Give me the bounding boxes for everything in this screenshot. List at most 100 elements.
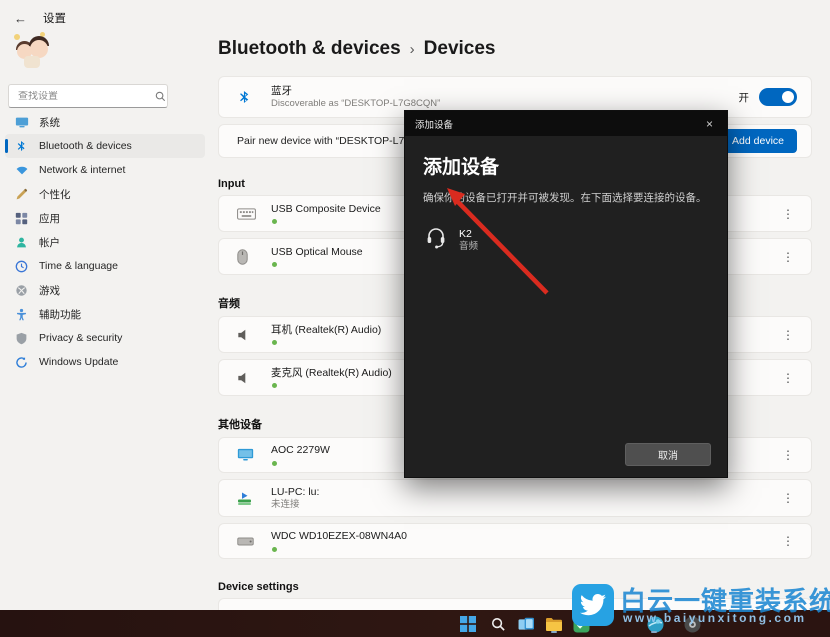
device-name: 麦克风 (Realtek(R) Audio) (271, 367, 392, 380)
close-icon[interactable]: × (702, 117, 717, 131)
sidebar-item-label: Time & language (39, 260, 118, 272)
device-card-lu-pc[interactable]: LU-PC: lu: 未连接 ⋮ (218, 479, 812, 517)
breadcrumb-separator-icon: › (410, 41, 415, 58)
drive-icon (237, 537, 271, 546)
sidebar-item-gaming[interactable]: 游戏 (5, 278, 205, 302)
breadcrumb: Bluetooth & devices › Devices (218, 38, 812, 60)
settings-search (8, 84, 168, 108)
sidebar-item-label: 帐户 (39, 235, 60, 250)
media-device-icon (237, 491, 271, 506)
status-dot (272, 219, 277, 224)
dialog-titlebar: 添加设备 × (405, 111, 727, 136)
monitor-icon (237, 448, 271, 462)
sidebar-item-label: 辅助功能 (39, 307, 81, 322)
more-options-icon[interactable]: ⋮ (779, 491, 797, 505)
speaker-icon (237, 328, 271, 342)
add-device-button[interactable]: Add device (719, 129, 797, 153)
brush-icon (14, 187, 29, 202)
user-avatar[interactable] (14, 32, 52, 70)
device-status-text: 未连接 (271, 499, 319, 511)
more-options-icon[interactable]: ⋮ (779, 534, 797, 548)
sidebar-item-label: 个性化 (39, 187, 71, 202)
sidebar-item-apps[interactable]: 应用 (5, 206, 205, 230)
xbox-icon (14, 283, 29, 298)
sidebar-item-label: Privacy & security (39, 332, 122, 344)
device-name: AOC 2279W (271, 444, 330, 457)
bluetooth-icon (237, 90, 271, 105)
section-header-device-settings: Device settings (218, 581, 812, 593)
toggle-state-label: 开 (739, 90, 750, 105)
speaker-icon (237, 371, 271, 385)
status-dot (272, 383, 277, 388)
device-name: USB Optical Mouse (271, 246, 363, 259)
status-dot (272, 461, 277, 466)
window-title: 设置 (43, 10, 66, 26)
dialog-titlebar-text: 添加设备 (415, 117, 453, 131)
back-icon[interactable]: ← (14, 11, 27, 26)
dialog-description: 确保你的设备已打开并可被发现。在下面选择要连接的设备。 (423, 191, 709, 206)
add-device-dialog: 添加设备 × 添加设备 确保你的设备已打开并可被发现。在下面选择要连接的设备。 … (404, 110, 728, 478)
device-name: K2 (459, 228, 478, 242)
dialog-heading: 添加设备 (423, 152, 709, 179)
app-icon-green[interactable] (571, 614, 591, 634)
sidebar-item-label: Bluetooth & devices (39, 140, 132, 152)
more-options-icon[interactable]: ⋮ (779, 328, 797, 342)
clock-icon (14, 259, 29, 274)
browser-globe-icon[interactable] (645, 614, 665, 634)
device-name: 耳机 (Realtek(R) Audio) (271, 324, 381, 337)
status-dot (272, 340, 277, 345)
update-icon (14, 355, 29, 370)
cancel-button[interactable]: 取消 (625, 443, 711, 466)
device-card-wdc-drive[interactable]: WDC WD10EZEX-08WN4A0 ⋮ (218, 523, 812, 559)
sidebar: ← 设置 系统 Bluetooth & devices (0, 0, 210, 610)
headset-icon (425, 226, 447, 255)
keyboard-icon (237, 208, 271, 220)
settings-gear-icon[interactable] (682, 614, 702, 634)
sidebar-item-system[interactable]: 系统 (5, 110, 205, 134)
page-title: Devices (424, 38, 496, 60)
sidebar-item-label: Windows Update (39, 356, 118, 368)
device-name: WDC WD10EZEX-08WN4A0 (271, 530, 407, 543)
sidebar-item-label: 应用 (39, 211, 60, 226)
settings-window: ← 设置 系统 Bluetooth & devices (0, 0, 830, 637)
bluetooth-card-subtitle: Discoverable as “DESKTOP-L7G8CQN” (271, 98, 440, 110)
more-options-icon[interactable]: ⋮ (779, 207, 797, 221)
file-explorer-icon[interactable] (544, 614, 564, 634)
wifi-icon (14, 163, 29, 178)
bluetooth-toggle[interactable] (759, 88, 797, 106)
person-icon (14, 235, 29, 250)
more-options-icon[interactable]: ⋮ (779, 250, 797, 264)
search-icon (154, 91, 167, 102)
status-dot (272, 547, 277, 552)
apps-icon (14, 211, 29, 226)
accessibility-icon (14, 307, 29, 322)
shield-icon (14, 331, 29, 346)
taskbar-search-icon[interactable] (488, 614, 508, 634)
breadcrumb-parent[interactable]: Bluetooth & devices (218, 38, 401, 60)
search-input[interactable] (9, 91, 154, 102)
mouse-icon (237, 249, 271, 265)
sidebar-item-network[interactable]: Network & internet (5, 158, 205, 182)
sidebar-item-label: Network & internet (39, 164, 125, 176)
device-type: 音频 (459, 241, 478, 253)
more-options-icon[interactable]: ⋮ (779, 371, 797, 385)
sidebar-item-label: 系统 (39, 115, 60, 130)
sidebar-item-accounts[interactable]: 帐户 (5, 230, 205, 254)
sidebar-item-windows-update[interactable]: Windows Update (5, 350, 205, 374)
sidebar-item-accessibility[interactable]: 辅助功能 (5, 302, 205, 326)
sidebar-nav: 系统 Bluetooth & devices Network & interne… (5, 110, 205, 374)
bluetooth-card-title: 蓝牙 (271, 85, 440, 98)
discovered-device-k2[interactable]: K2 音频 (423, 222, 709, 259)
more-options-icon[interactable]: ⋮ (779, 448, 797, 462)
sidebar-item-privacy-security[interactable]: Privacy & security (5, 326, 205, 350)
sidebar-item-bluetooth-devices[interactable]: Bluetooth & devices (5, 134, 205, 158)
task-view-icon[interactable] (516, 614, 536, 634)
sidebar-item-label: 游戏 (39, 283, 60, 298)
device-name: LU-PC: lu: (271, 486, 319, 499)
device-name: USB Composite Device (271, 203, 381, 216)
taskbar (0, 610, 830, 637)
start-button-icon[interactable] (458, 614, 478, 634)
status-dot (272, 262, 277, 267)
sidebar-item-time-language[interactable]: Time & language (5, 254, 205, 278)
sidebar-item-personalization[interactable]: 个性化 (5, 182, 205, 206)
